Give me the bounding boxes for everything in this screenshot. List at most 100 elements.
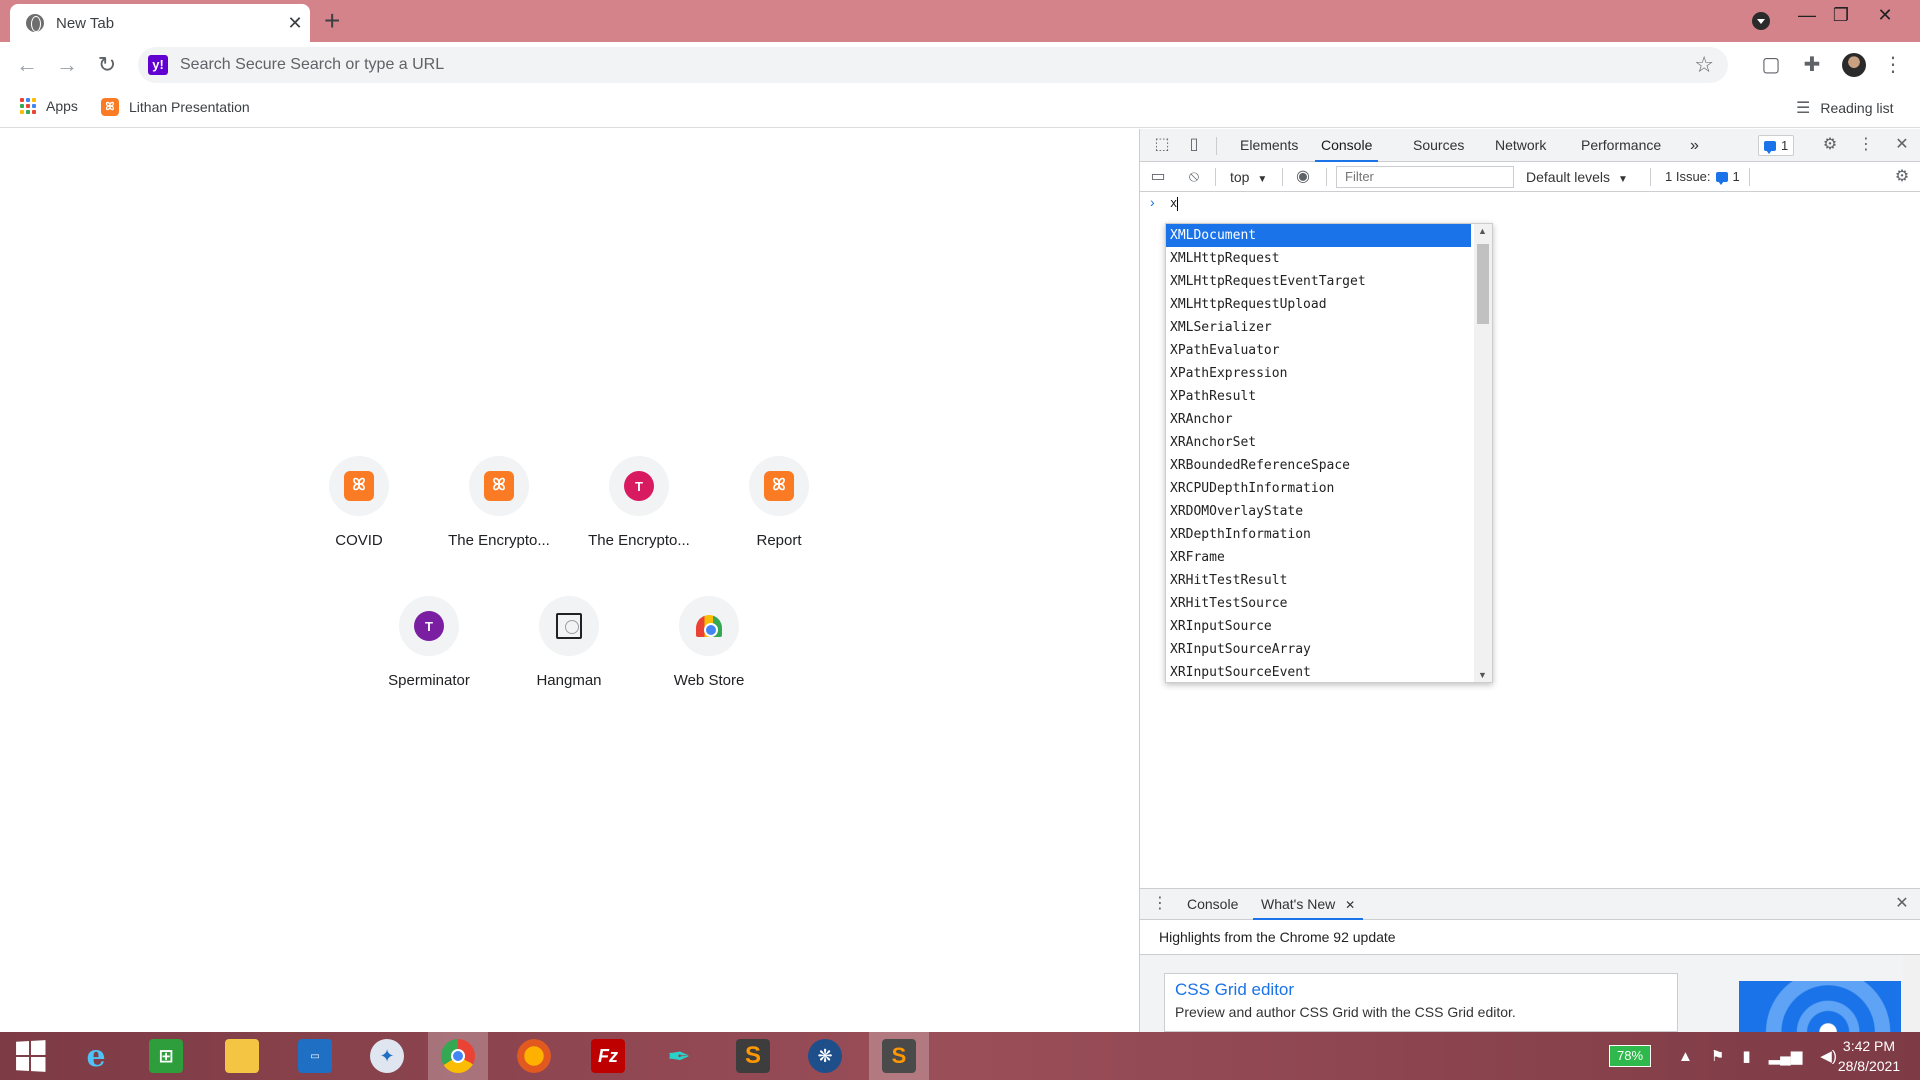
taskbar-quill[interactable]: ✒ xyxy=(649,1032,709,1080)
autocomplete-item[interactable]: XMLHttpRequestEventTarget xyxy=(1166,270,1471,293)
shortcut-sperminator[interactable]: T Sperminator xyxy=(369,596,489,689)
autocomplete-item[interactable]: XRFrame xyxy=(1166,546,1471,569)
devtools-menu-icon[interactable]: ⋮ xyxy=(1856,135,1876,155)
autocomplete-item[interactable]: XRInputSource xyxy=(1166,615,1471,638)
close-window-button[interactable]: ✕ xyxy=(1862,0,1908,30)
shortcut-hangman[interactable]: Hangman xyxy=(509,596,629,689)
drawer-menu-icon[interactable]: ⋮ xyxy=(1150,894,1170,914)
feature-card[interactable]: CSS Grid editor Preview and author CSS G… xyxy=(1164,973,1678,1032)
autocomplete-scrollbar[interactable]: ▲ ▼ xyxy=(1474,224,1492,682)
context-selector[interactable]: top ▼ xyxy=(1230,162,1267,192)
autocomplete-item[interactable]: XRInputSourceEvent xyxy=(1166,661,1471,682)
autocomplete-item[interactable]: XMLHttpRequestUpload xyxy=(1166,293,1471,316)
autocomplete-item[interactable]: XRDepthInformation xyxy=(1166,523,1471,546)
reading-list-button[interactable]: ☰ Reading list xyxy=(1796,98,1894,118)
close-drawer-tab-icon[interactable]: ✕ xyxy=(1345,898,1355,912)
tab-network[interactable]: Network xyxy=(1495,129,1546,162)
shortcut-report[interactable]: ꕤ Report xyxy=(719,456,839,549)
battery-indicator[interactable]: 78% xyxy=(1609,1045,1651,1067)
browser-tab[interactable]: New Tab ✕ xyxy=(10,4,310,42)
tab-elements[interactable]: Elements xyxy=(1240,129,1298,162)
bookmark-star-icon[interactable]: ☆ xyxy=(1694,52,1714,78)
reload-icon[interactable]: ↻ xyxy=(92,50,122,80)
whats-new-scrollbar[interactable] xyxy=(1903,955,1920,1032)
close-devtools-icon[interactable]: ✕ xyxy=(1892,135,1912,155)
autocomplete-item[interactable]: XRBoundedReferenceSpace xyxy=(1166,454,1471,477)
tab-performance[interactable]: Performance xyxy=(1581,129,1661,162)
shortcut-web-store[interactable]: Web Store xyxy=(649,596,769,689)
back-icon[interactable]: ← xyxy=(12,50,42,80)
tab-search-icon[interactable] xyxy=(1752,12,1770,30)
drawer-tab-console[interactable]: Console xyxy=(1187,889,1238,920)
console-prompt-line[interactable]: › x xyxy=(1140,192,1920,216)
tab-sources[interactable]: Sources xyxy=(1413,129,1464,162)
console-settings-gear-icon[interactable]: ⚙ xyxy=(1892,167,1912,187)
autocomplete-item[interactable]: XMLSerializer xyxy=(1166,316,1471,339)
taskbar-sublime[interactable]: S xyxy=(723,1032,783,1080)
taskbar-sublime-2[interactable]: S xyxy=(869,1032,929,1080)
new-tab-button[interactable]: + xyxy=(324,6,340,36)
show-hidden-icons[interactable]: ▲ xyxy=(1678,1048,1693,1065)
scroll-thumb[interactable] xyxy=(1477,244,1489,324)
bookmark-apps[interactable]: Apps xyxy=(20,98,78,114)
puzzle-icon[interactable]: ✚ xyxy=(1801,54,1823,76)
restore-button[interactable]: ❐ xyxy=(1818,0,1864,30)
taskbar-store[interactable]: ⊞ xyxy=(136,1032,196,1080)
issue-icon xyxy=(1715,171,1728,185)
autocomplete-item[interactable]: XMLDocument xyxy=(1166,224,1471,247)
taskbar-lenovo[interactable]: ▭ xyxy=(285,1032,345,1080)
taskbar-chrome[interactable] xyxy=(428,1032,488,1080)
signal-icon[interactable]: ▂▄▆ xyxy=(1769,1047,1803,1065)
flag-icon[interactable]: ⚑ xyxy=(1711,1047,1724,1065)
autocomplete-dropdown[interactable]: XMLDocument XMLHttpRequest XMLHttpRequestE… xyxy=(1165,223,1493,683)
autocomplete-item[interactable]: XRAnchorSet xyxy=(1166,431,1471,454)
live-expression-eye-icon[interactable]: ◉ xyxy=(1293,167,1313,187)
sidebar-toggle-icon[interactable]: ▭ xyxy=(1148,167,1168,187)
log-levels-dropdown[interactable]: Default levels ▼ xyxy=(1526,162,1628,192)
taskbar-internet-explorer[interactable]: e xyxy=(66,1032,126,1080)
issues-button[interactable]: 1 Issue: 1 xyxy=(1660,166,1745,187)
filter-input[interactable]: Filter xyxy=(1336,166,1514,188)
autocomplete-item[interactable]: XRDOMOverlayState xyxy=(1166,500,1471,523)
drawer-tab-whats-new[interactable]: What's New ✕ xyxy=(1253,889,1364,920)
feature-card-title[interactable]: CSS Grid editor xyxy=(1175,980,1667,1000)
battery-icon[interactable]: ▮ xyxy=(1742,1047,1750,1065)
scroll-up-icon[interactable]: ▲ xyxy=(1478,226,1487,236)
taskbar-safari[interactable]: ✦ xyxy=(357,1032,417,1080)
close-drawer-icon[interactable]: ✕ xyxy=(1892,894,1912,914)
extension-icon[interactable]: ▢ xyxy=(1760,54,1782,76)
console-input[interactable]: x xyxy=(1170,196,1179,211)
autocomplete-item[interactable]: XRInputSourceArray xyxy=(1166,638,1471,661)
taskbar-sourcetree[interactable]: ❋ xyxy=(795,1032,855,1080)
start-button[interactable] xyxy=(0,1032,60,1080)
clear-console-icon[interactable]: ⦸ xyxy=(1184,167,1204,187)
bookmark-lithan-presentation[interactable]: ꕤ Lithan Presentation xyxy=(101,98,250,116)
messages-badge[interactable]: 1 xyxy=(1758,135,1795,156)
avatar[interactable] xyxy=(1842,53,1866,77)
device-toolbar-icon[interactable]: ▯ xyxy=(1184,135,1204,155)
forward-icon[interactable]: → xyxy=(52,50,82,80)
autocomplete-item[interactable]: XRAnchor xyxy=(1166,408,1471,431)
tab-console[interactable]: Console xyxy=(1315,129,1379,162)
taskbar-file-explorer[interactable] xyxy=(212,1032,272,1080)
inspect-element-icon[interactable]: ⬚ xyxy=(1152,135,1172,155)
address-bar[interactable]: y! Search Secure Search or type a URL ☆ xyxy=(138,47,1728,83)
settings-gear-icon[interactable]: ⚙ xyxy=(1820,135,1840,155)
autocomplete-item[interactable]: XRHitTestSource xyxy=(1166,592,1471,615)
tab-close-icon[interactable]: ✕ xyxy=(280,13,310,34)
autocomplete-item[interactable]: XRHitTestResult xyxy=(1166,569,1471,592)
autocomplete-item[interactable]: XRCPUDepthInformation xyxy=(1166,477,1471,500)
menu-dots-icon[interactable]: ⋮ xyxy=(1882,54,1904,76)
shortcut-covid[interactable]: ꕤ COVID xyxy=(299,456,419,549)
shortcut-encrypto-2[interactable]: T The Encrypto... xyxy=(579,456,699,549)
clock[interactable]: 3:42 PM 28/8/2021 xyxy=(1824,1036,1914,1076)
autocomplete-item[interactable]: XPathEvaluator xyxy=(1166,339,1471,362)
taskbar-filezilla[interactable]: Fz xyxy=(578,1032,638,1080)
autocomplete-item[interactable]: XPathExpression xyxy=(1166,362,1471,385)
autocomplete-item[interactable]: XPathResult xyxy=(1166,385,1471,408)
autocomplete-item[interactable]: XMLHttpRequest xyxy=(1166,247,1471,270)
shortcut-encrypto-1[interactable]: ꕤ The Encrypto... xyxy=(439,456,559,549)
taskbar-firefox[interactable] xyxy=(504,1032,564,1080)
scroll-down-icon[interactable]: ▼ xyxy=(1478,670,1487,680)
more-tabs-icon[interactable]: » xyxy=(1690,129,1699,162)
